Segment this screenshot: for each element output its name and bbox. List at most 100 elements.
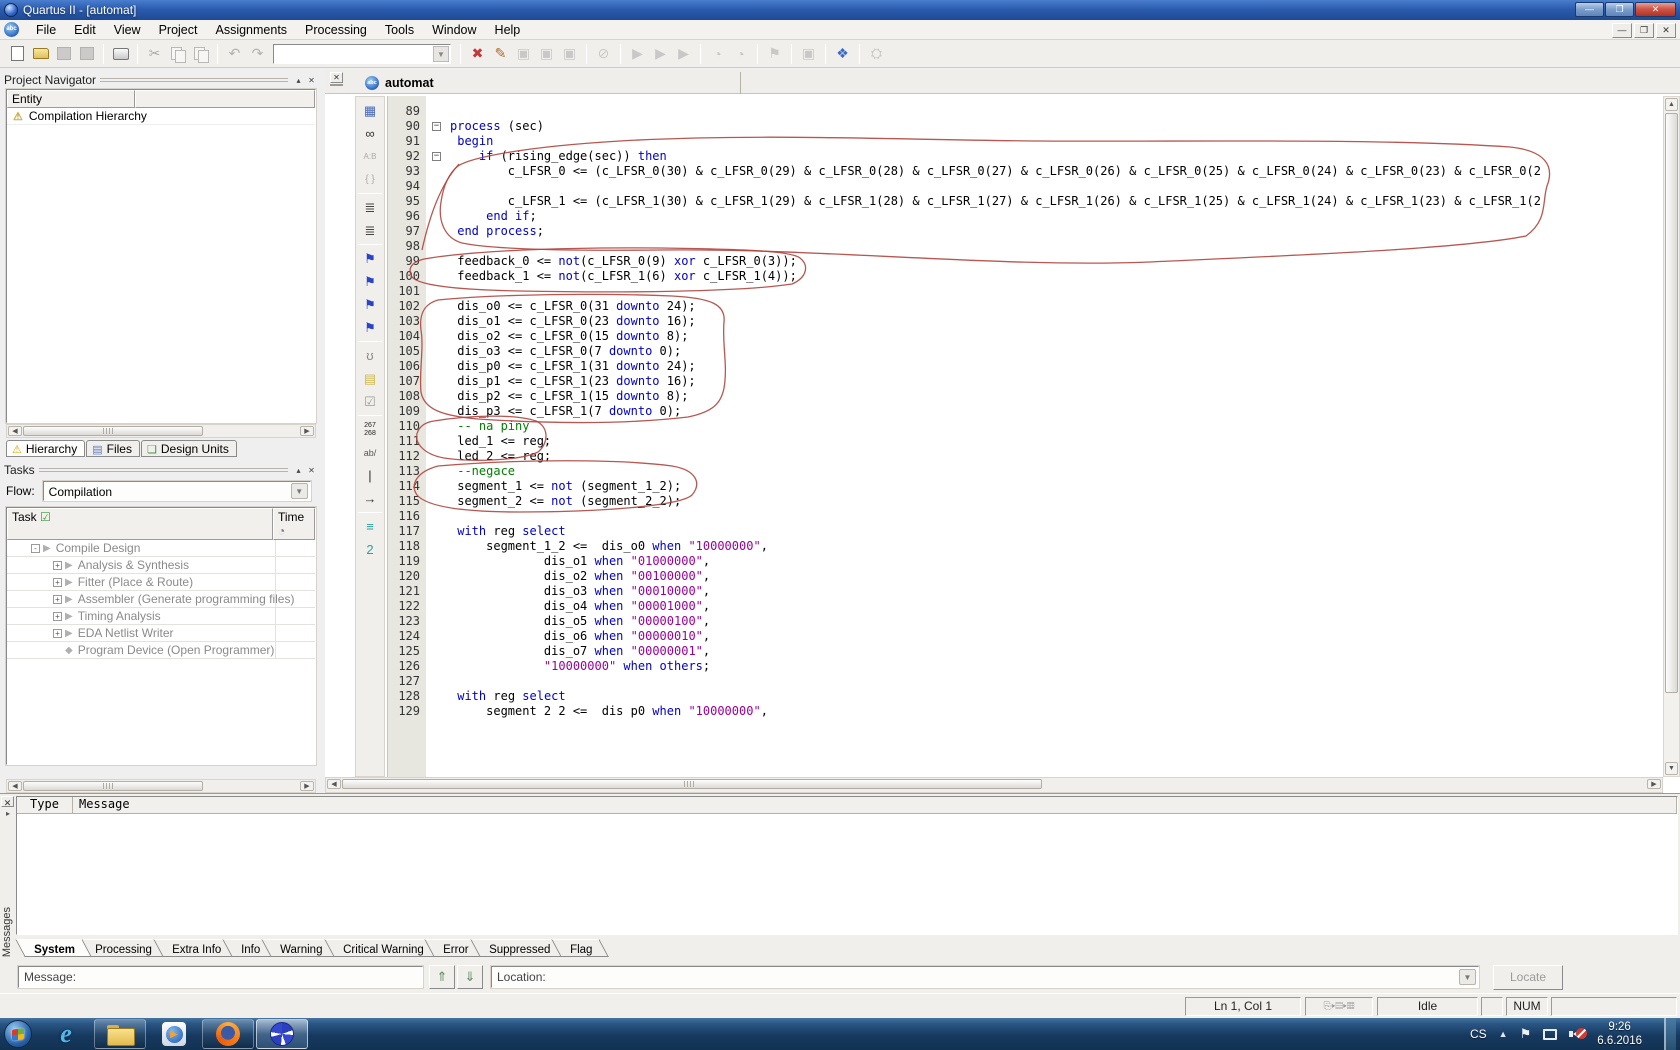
paste-button[interactable]: [189, 43, 212, 65]
mdi-restore-button[interactable]: ❐: [1634, 23, 1654, 38]
hidden-icons-arrow-icon[interactable]: ▲: [1499, 1029, 1508, 1039]
task-assembler-generate-programming-files-[interactable]: +▶Assembler (Generate programming files): [7, 591, 315, 608]
fold-collapse-icon[interactable]: −: [432, 152, 441, 161]
editor-vscrollbar[interactable]: ▲ ▼: [1663, 96, 1680, 777]
taskbar-firefox[interactable]: [202, 1019, 254, 1049]
close-button[interactable]: ✕: [1635, 2, 1676, 17]
menu-view[interactable]: View: [105, 21, 150, 39]
network-icon[interactable]: [1543, 1029, 1557, 1040]
editor-tool-icon[interactable]: ≡: [357, 515, 383, 538]
taskbar-clock[interactable]: 9:26 6.6.2016: [1597, 1020, 1642, 1048]
next-message-button[interactable]: ⇓: [457, 965, 483, 989]
task-program-device-open-programmer-[interactable]: ◆Program Device (Open Programmer): [7, 642, 315, 659]
editor-tool-icon[interactable]: ⚑: [357, 293, 383, 316]
editor-tool-icon[interactable]: ▦: [357, 99, 383, 122]
mdi-minimize-button[interactable]: —: [1612, 23, 1632, 38]
menu-window[interactable]: Window: [423, 21, 485, 39]
task-compile-design[interactable]: -▶Compile Design: [7, 540, 315, 557]
editor-tool-icon[interactable]: { }: [357, 168, 383, 191]
code-area[interactable]: 8990−process (sec)91 begin92− if (rising…: [387, 96, 1663, 777]
taskbar-internet-explorer[interactable]: e: [40, 1019, 92, 1049]
code-line-99[interactable]: 99 feedback_0 <= not(c_LFSR_0(9) xor c_L…: [388, 254, 1663, 269]
clock-button[interactable]: ◔: [729, 43, 752, 65]
task-fitter-place-route-[interactable]: +▶Fitter (Place & Route): [7, 574, 315, 591]
editor-tool-icon[interactable]: 267 268: [357, 418, 383, 441]
code-line-125[interactable]: 125 dis_o7 when "00000001",: [388, 644, 1663, 659]
messages-close-icon[interactable]: ✕: [1, 796, 14, 807]
menu-file[interactable]: File: [27, 21, 65, 39]
editor-tool-icon[interactable]: ab/: [357, 441, 383, 464]
maximize-button[interactable]: ❐: [1605, 2, 1634, 17]
taskbar-file-explorer[interactable]: [94, 1019, 146, 1049]
time-column-header[interactable]: Time ◔: [273, 508, 315, 540]
print-button[interactable]: [109, 43, 132, 65]
tab-hierarchy[interactable]: ⚠Hierarchy: [6, 440, 85, 457]
tab-design-units[interactable]: ❏Design Units: [141, 440, 237, 457]
task-timing-analysis[interactable]: +▶Timing Analysis: [7, 608, 315, 625]
code-line-117[interactable]: 117 with reg select: [388, 524, 1663, 539]
expand-icon[interactable]: +: [53, 612, 62, 621]
code-line-118[interactable]: 118 segment_1_2 <= dis_o0 when "10000000…: [388, 539, 1663, 554]
editor-tool-icon[interactable]: →: [357, 487, 383, 510]
tasks-collapse-button[interactable]: ▴: [292, 464, 305, 476]
find-combobox[interactable]: ▼: [273, 44, 451, 64]
editor-tool-icon[interactable]: |: [357, 464, 383, 487]
action-center-flag-icon[interactable]: ⚑: [1520, 1026, 1532, 1042]
expand-icon[interactable]: +: [53, 561, 62, 570]
message-field[interactable]: Message:: [18, 966, 423, 988]
locate-button[interactable]: Locate: [1493, 965, 1563, 990]
code-line-116[interactable]: 116: [388, 509, 1663, 524]
code-line-110[interactable]: 110 -- na piny: [388, 419, 1663, 434]
editor-tool-icon[interactable]: ▤: [357, 367, 383, 390]
expand-icon[interactable]: +: [53, 595, 62, 604]
tasks-hscrollbar[interactable]: ◀ ▶: [6, 779, 316, 793]
entity-column-header[interactable]: Entity: [7, 90, 135, 108]
code-line-104[interactable]: 104 dis_o2 <= c_LFSR_0(15 downto 8);: [388, 329, 1663, 344]
code-line-128[interactable]: 128 with reg select: [388, 689, 1663, 704]
editor-tool-icon[interactable]: ≣: [357, 219, 383, 242]
location-dropdown-arrow-icon[interactable]: ▼: [1459, 969, 1476, 985]
code-line-91[interactable]: 91 begin: [388, 134, 1663, 149]
assignment-editor-button[interactable]: ▣: [535, 43, 558, 65]
task-analysis-synthesis[interactable]: +▶Analysis & Synthesis: [7, 557, 315, 574]
code-line-126[interactable]: 126 "10000000" when others;: [388, 659, 1663, 674]
code-line-113[interactable]: 113 --negace: [388, 464, 1663, 479]
editor-tool-icon[interactable]: 2: [357, 538, 383, 561]
open-file-button[interactable]: [29, 43, 52, 65]
cut-button[interactable]: ✂: [143, 43, 166, 65]
editor-tool-icon[interactable]: ⚑: [357, 270, 383, 293]
save-all-button[interactable]: [75, 43, 98, 65]
netlist-viewer-button[interactable]: ⚑: [763, 43, 786, 65]
messages-tab-critical-warning[interactable]: Critical Warning: [324, 939, 440, 957]
menu-project[interactable]: Project: [150, 21, 207, 39]
start-compilation-button[interactable]: ▶: [626, 43, 649, 65]
editor-tool-icon[interactable]: ⚑: [357, 247, 383, 270]
minimize-button[interactable]: —: [1575, 2, 1604, 17]
tab-automat[interactable]: abc automat: [357, 72, 741, 94]
code-line-115[interactable]: 115 segment_2 <= not (segment_2_2);: [388, 494, 1663, 509]
stop-processing-button[interactable]: ✖: [466, 43, 489, 65]
settings-button[interactable]: ▣: [512, 43, 535, 65]
code-line-102[interactable]: 102 dis_o0 <= c_LFSR_0(31 downto 24);: [388, 299, 1663, 314]
project-navigator-hscrollbar[interactable]: ◀ ▶: [6, 424, 316, 438]
code-line-107[interactable]: 107 dis_p1 <= c_LFSR_1(23 downto 16);: [388, 374, 1663, 389]
simulator-button[interactable]: ❖: [831, 43, 854, 65]
task-column-header[interactable]: Task ☑: [7, 508, 273, 540]
messages-tab-flag[interactable]: Flag: [552, 939, 610, 957]
code-line-106[interactable]: 106 dis_p0 <= c_LFSR_1(31 downto 24);: [388, 359, 1663, 374]
editor-tool-icon[interactable]: ʊ: [357, 344, 383, 367]
mdi-close-button[interactable]: ✕: [1656, 23, 1676, 38]
editor-splitter-handle[interactable]: [330, 84, 343, 92]
code-line-100[interactable]: 100 feedback_1 <= not(c_LFSR_1(6) xor c_…: [388, 269, 1663, 284]
copy-button[interactable]: [166, 43, 189, 65]
keyboard-language-indicator[interactable]: CS: [1470, 1027, 1487, 1041]
editor-tool-icon[interactable]: A:B: [357, 145, 383, 168]
code-line-98[interactable]: 98: [388, 239, 1663, 254]
code-line-108[interactable]: 108 dis_p2 <= c_LFSR_1(15 downto 8);: [388, 389, 1663, 404]
code-line-121[interactable]: 121 dis_o3 when "00010000",: [388, 584, 1663, 599]
code-line-101[interactable]: 101: [388, 284, 1663, 299]
start-timing-button[interactable]: ▶: [672, 43, 695, 65]
editor-tool-icon[interactable]: ☑: [357, 390, 383, 413]
code-line-89[interactable]: 89: [388, 104, 1663, 119]
code-line-94[interactable]: 94: [388, 179, 1663, 194]
